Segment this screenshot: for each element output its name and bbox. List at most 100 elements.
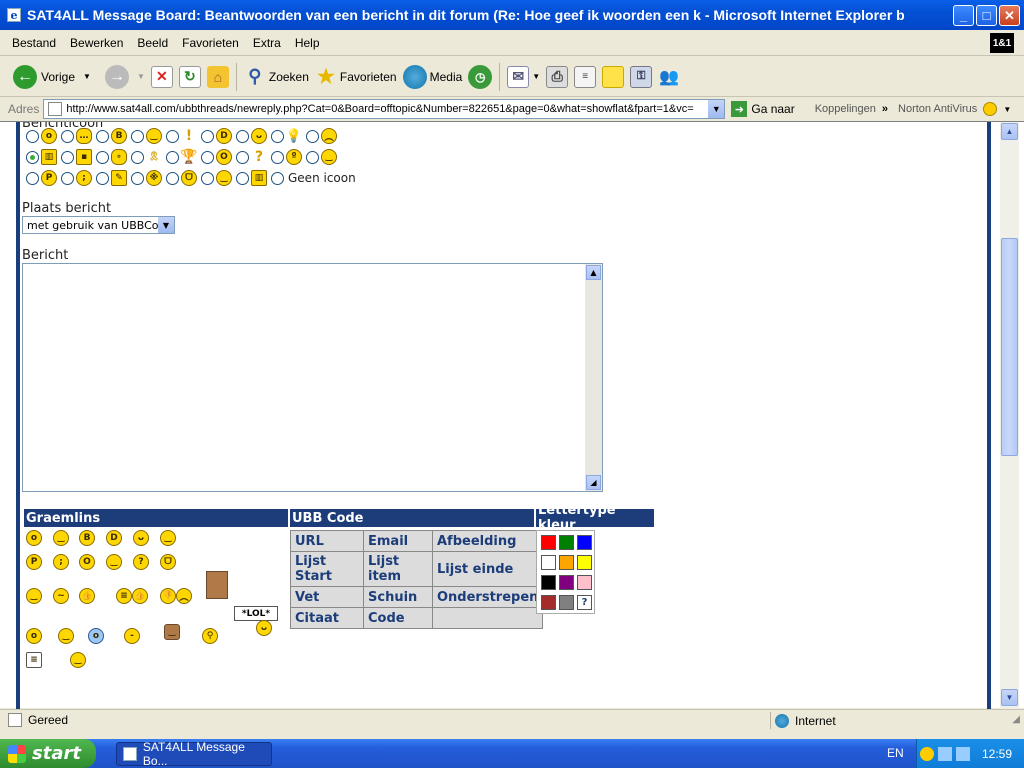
research-button[interactable]: ⚿ [627, 61, 655, 93]
graemlin-angel-icon[interactable]: ‿ [70, 652, 86, 668]
scroll-down-icon[interactable]: ◢ [586, 475, 601, 490]
message-textarea[interactable]: ▲ ◢ [22, 263, 603, 492]
home-button[interactable]: ⌂ [204, 61, 232, 93]
radio-button[interactable] [306, 129, 319, 143]
go-button[interactable]: ➜ Ga naar [731, 101, 795, 117]
menu-bewerken[interactable]: Bewerken [63, 36, 130, 50]
radio-button[interactable] [166, 150, 179, 164]
textarea-scrollbar[interactable]: ▲ ◢ [585, 264, 602, 491]
color-help-button[interactable]: ? [577, 595, 592, 610]
graemlin-lol-devil-icon[interactable]: ᴗ [256, 620, 272, 636]
icon-option[interactable]: ︵ [306, 128, 337, 144]
icon-option[interactable]: ▪ [61, 149, 92, 165]
scrollbar-thumb[interactable] [1001, 238, 1018, 456]
taskbar-item-ie[interactable]: SAT4ALL Message Bo... [116, 740, 272, 768]
print-button[interactable]: ⎙ [543, 61, 571, 93]
scroll-up-icon[interactable]: ▲ [586, 265, 601, 280]
menu-beeld[interactable]: Beeld [130, 36, 175, 50]
radio-button[interactable] [236, 171, 249, 185]
graemlin-search-icon[interactable]: ⚲ [202, 628, 218, 644]
graemlin-cool-icon[interactable]: B [79, 530, 95, 546]
messenger-button[interactable]: 👥 [655, 61, 683, 93]
norton-icon[interactable] [983, 102, 998, 116]
start-button[interactable]: start [0, 739, 96, 768]
graemlin-chat-icon[interactable]: ‿ [58, 628, 74, 644]
radio-button[interactable] [131, 171, 144, 185]
icon-option[interactable]: … [61, 128, 92, 144]
icon-option[interactable]: ▥ [26, 149, 57, 165]
minimize-button[interactable]: _ [953, 5, 974, 26]
radio-button[interactable] [166, 129, 179, 143]
radio-button[interactable] [166, 171, 179, 185]
graemlin-thumbsdown-icon[interactable]: 👎 [160, 588, 176, 604]
address-input[interactable]: http://www.sat4all.com/ubbthreads/newrep… [43, 99, 726, 119]
radio-button[interactable] [271, 129, 284, 143]
ubb-list-end-button[interactable]: Lijst einde [431, 551, 544, 587]
language-indicator[interactable]: EN [887, 746, 904, 760]
network-tray-icon[interactable] [955, 746, 970, 761]
radio-button[interactable] [61, 129, 74, 143]
back-button[interactable]: ← Vorige ▼ [10, 61, 94, 93]
icon-option[interactable]: ‿ [201, 170, 232, 186]
radio-button[interactable] [26, 129, 39, 143]
graemlin-shocked-icon[interactable]: o [26, 530, 42, 546]
radio-button[interactable] [26, 171, 39, 185]
maximize-button[interactable]: □ [976, 5, 997, 26]
icon-option[interactable]: ! [166, 128, 197, 144]
scroll-down-icon[interactable]: ▼ [1001, 689, 1018, 706]
graemlin-nervous-icon[interactable]: ~ [53, 588, 69, 604]
icon-option[interactable]: ᗜ [166, 170, 197, 186]
links-label[interactable]: Koppelingen [815, 103, 876, 115]
graemlin-thumbs-icon[interactable]: 👍 [132, 588, 148, 604]
color-swatch[interactable] [577, 555, 592, 570]
icon-option[interactable]: ✎ [96, 170, 127, 186]
color-swatch[interactable] [541, 555, 556, 570]
favorites-button[interactable]: ★ Favorieten [312, 61, 400, 93]
forward-button[interactable]: → ▼ [102, 61, 148, 93]
ubb-code-button[interactable]: Code [363, 607, 433, 629]
ubb-list-start-button[interactable]: Lijst Start [290, 551, 364, 587]
history-button[interactable]: ◷ [465, 61, 495, 93]
chevron-right-icon[interactable]: » [882, 103, 888, 115]
dropdown-arrow-icon[interactable]: ▼ [1003, 105, 1011, 114]
color-swatch[interactable] [559, 595, 574, 610]
radio-button[interactable] [96, 129, 109, 143]
graemlin-paperbag-icon[interactable] [206, 571, 228, 599]
radio-button[interactable] [236, 129, 249, 143]
icon-option[interactable]: P [26, 170, 57, 186]
icon-option[interactable]: ‿ [306, 149, 337, 165]
dropdown-arrow-icon[interactable]: ▼ [137, 72, 145, 81]
icon-option[interactable]: O [201, 149, 232, 165]
graemlin-wink-icon[interactable]: ; [53, 554, 69, 570]
color-swatch[interactable] [559, 555, 574, 570]
graemlin-happy-icon[interactable]: ‿ [160, 530, 176, 546]
graemlin-document-icon[interactable]: ≡ [26, 652, 42, 668]
color-swatch[interactable] [541, 575, 556, 590]
menu-bestand[interactable]: Bestand [0, 36, 63, 50]
radio-button[interactable] [306, 150, 319, 164]
radio-button[interactable] [201, 150, 214, 164]
graemlin-grin-icon[interactable]: D [106, 530, 122, 546]
graemlin-laugh-icon[interactable]: ᴗ [133, 530, 149, 546]
radio-button[interactable] [61, 171, 74, 185]
graemlin-cold-icon[interactable]: o [88, 628, 104, 644]
icon-option[interactable]: ∘ [96, 149, 127, 165]
icon-option[interactable]: 💡 [271, 128, 302, 144]
radio-button[interactable] [61, 150, 74, 164]
menu-extra[interactable]: Extra [246, 36, 288, 50]
color-swatch[interactable] [577, 575, 592, 590]
icon-option[interactable]: B [96, 128, 127, 144]
discuss-button[interactable] [599, 61, 627, 93]
ubb-italic-button[interactable]: Schuin [363, 586, 433, 608]
graemlin-blush-icon[interactable]: ‿ [106, 554, 122, 570]
menu-favorieten[interactable]: Favorieten [175, 36, 246, 50]
menu-help[interactable]: Help [288, 36, 327, 50]
radio-button[interactable] [131, 129, 144, 143]
radio-button[interactable] [271, 150, 284, 164]
ubb-email-button[interactable]: Email [363, 530, 433, 552]
color-swatch[interactable] [577, 535, 592, 550]
radio-button[interactable] [131, 150, 144, 164]
graemlin-smirk-icon[interactable]: ‿ [26, 588, 42, 604]
address-dropdown-icon[interactable]: ▼ [708, 100, 725, 118]
icon-option-none[interactable]: Geen icoon [271, 171, 356, 185]
